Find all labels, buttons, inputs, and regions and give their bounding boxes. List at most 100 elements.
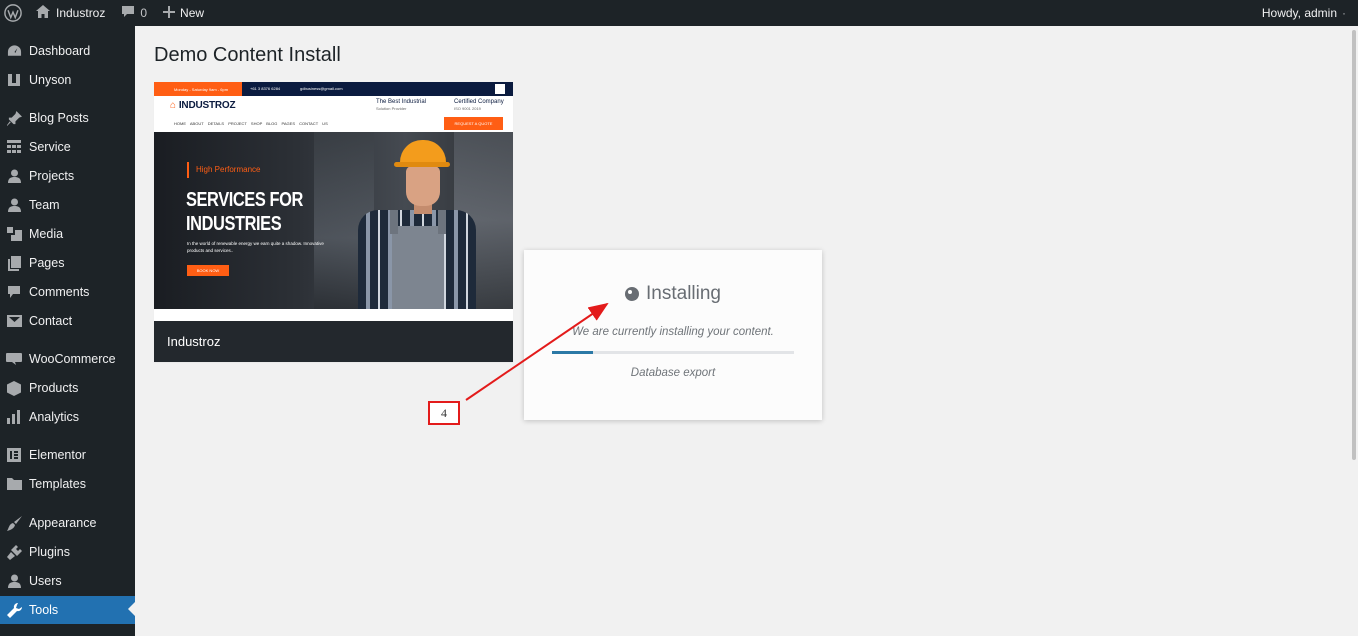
sidebar-item-label: Products xyxy=(29,381,79,395)
box-icon xyxy=(6,380,22,396)
site-name-link[interactable]: Industroz xyxy=(26,0,113,26)
sidebar-item-tools[interactable]: Tools xyxy=(0,596,135,624)
mail-icon xyxy=(6,313,22,329)
preview-cert-sub: ISO 9001 2019 xyxy=(454,106,481,111)
sidebar-item-label: Service xyxy=(29,140,71,154)
sidebar-item-unyson[interactable]: Unyson xyxy=(0,67,135,93)
sidebar-item-label: Analytics xyxy=(29,410,80,424)
sidebar-item-label: Plugins xyxy=(29,545,70,559)
brush-icon xyxy=(6,515,22,531)
comments-link[interactable]: 0 xyxy=(113,0,155,26)
sidebar-item-blog-posts[interactable]: Blog Posts xyxy=(0,105,135,131)
sidebar-item-products[interactable]: Products xyxy=(0,375,135,401)
wrench-icon xyxy=(6,602,22,618)
sidebar-item-dashboard[interactable]: Dashboard xyxy=(0,38,135,64)
greeting: Howdy, admin xyxy=(1261,6,1337,20)
wordpress-logo-icon[interactable] xyxy=(0,0,26,26)
install-step: Database export xyxy=(630,367,716,379)
sidebar-item-comments[interactable]: Comments xyxy=(0,279,135,305)
preview-nav: HOME ABOUT DETAILS PROJECT SHOP BLOG PAG… xyxy=(174,121,328,126)
preview-hours: Monday - Saturday 9am - 6pm xyxy=(154,82,242,96)
preview-cert-title: Certified Company xyxy=(454,99,504,105)
preview-cta: BOOK NOW xyxy=(187,265,229,276)
account-menu[interactable]: Howdy, admin · xyxy=(1254,0,1358,26)
worker-strap xyxy=(438,210,446,234)
preview-accent-bar xyxy=(187,162,189,178)
sidebar-item-templates[interactable]: Templates xyxy=(0,471,135,497)
sidebar-item-appearance[interactable]: Appearance xyxy=(0,510,135,536)
theme-card[interactable]: Monday - Saturday 9am - 6pm +61 3 8376 6… xyxy=(154,82,513,362)
sidebar-item-label: Elementor xyxy=(29,448,86,462)
sidebar-item-label: WooCommerce xyxy=(29,352,116,366)
person-icon xyxy=(6,197,22,213)
worker-strap xyxy=(390,210,398,234)
sidebar-item-label: Blog Posts xyxy=(29,111,89,125)
comment-icon xyxy=(6,284,22,300)
worker-photo xyxy=(356,136,476,309)
scrollbar-thumb[interactable] xyxy=(1352,30,1356,460)
pages-icon xyxy=(6,255,22,271)
new-content-link[interactable]: New xyxy=(155,0,212,26)
sidebar-item-contact[interactable]: Contact xyxy=(0,308,135,334)
preview-cert: Certified Company ISO 9001 2019 xyxy=(454,99,504,111)
dashboard-icon xyxy=(6,43,22,59)
sidebar-item-media[interactable]: Media xyxy=(0,221,135,247)
worker-overall xyxy=(392,226,444,309)
worker-face xyxy=(406,166,440,206)
preview-phone: +61 3 8376 6284 xyxy=(250,86,281,91)
page-scrollbar[interactable] xyxy=(1350,26,1358,636)
woo-icon xyxy=(6,351,22,367)
preview-tag: High Performance xyxy=(196,165,261,174)
folder-icon xyxy=(6,476,22,492)
sidebar-item-pages[interactable]: Pages xyxy=(0,250,135,276)
page-title: Demo Content Install xyxy=(154,44,341,66)
plus-icon xyxy=(163,5,176,21)
install-title: Installing xyxy=(524,283,822,305)
comment-icon xyxy=(121,5,135,21)
theme-screenshot: Monday - Saturday 9am - 6pm +61 3 8376 6… xyxy=(154,82,513,321)
install-dialog: Installing We are currently installing y… xyxy=(524,250,822,420)
preview-logo: ⌂ INDUSTROZ xyxy=(170,100,236,111)
sidebar-item-label: Comments xyxy=(29,285,90,299)
sidebar-item-team[interactable]: Team xyxy=(0,192,135,218)
preview-hero: High Performance SERVICES FOR INDUSTRIES… xyxy=(154,132,513,309)
install-message: We are currently installing your content… xyxy=(572,326,774,338)
sidebar-item-plugins[interactable]: Plugins xyxy=(0,539,135,565)
sidebar-item-service[interactable]: Service xyxy=(0,134,135,160)
sidebar-item-label: Contact xyxy=(29,314,73,328)
greeting-suffix: · xyxy=(1342,6,1346,20)
sidebar-item-woocommerce[interactable]: WooCommerce xyxy=(0,346,135,372)
install-progress-fill xyxy=(552,351,594,354)
install-progress-bar xyxy=(552,351,794,354)
preview-best-title: The Best Industrial xyxy=(376,99,427,105)
preview-header: ⌂ INDUSTROZ HOME ABOUT DETAILS PROJECT SH… xyxy=(154,96,513,132)
elementor-icon xyxy=(6,447,22,463)
hard-hat-brim xyxy=(394,162,450,167)
spinner-icon xyxy=(625,287,639,301)
new-label: New xyxy=(180,6,205,20)
admin-sidebar: Dashboard Unyson Blog Posts Service Proj… xyxy=(0,26,135,636)
sidebar-item-label: Team xyxy=(29,198,60,212)
preview-best-sub: Solution Provider xyxy=(376,106,407,111)
pin-icon xyxy=(6,110,22,126)
sidebar-item-elementor[interactable]: Elementor xyxy=(0,442,135,468)
preview-headline: SERVICES FOR INDUSTRIES xyxy=(186,188,303,236)
theme-name: Industroz xyxy=(154,321,513,362)
factory-icon: ⌂ xyxy=(170,100,176,111)
sidebar-item-label: Templates xyxy=(29,477,86,491)
sidebar-item-analytics[interactable]: Analytics xyxy=(0,404,135,430)
sidebar-item-label: Dashboard xyxy=(29,44,91,58)
preview-email: gdbusiness@gmail.com xyxy=(300,86,343,91)
preview-headline-line2: INDUSTRIES xyxy=(186,213,282,235)
sidebar-item-users[interactable]: Users xyxy=(0,568,135,594)
sidebar-item-label: Appearance xyxy=(29,516,97,530)
home-icon xyxy=(36,5,50,21)
annotation-label: 4 xyxy=(428,401,460,425)
sidebar-item-projects[interactable]: Projects xyxy=(0,163,135,189)
sidebar-item-label: Tools xyxy=(29,603,59,617)
site-name: Industroz xyxy=(56,6,106,20)
sidebar-item-label: Pages xyxy=(29,256,65,270)
sidebar-item-label: Users xyxy=(29,574,62,588)
plug-icon xyxy=(6,544,22,560)
admin-bar: Industroz 0 New Howdy, admin · xyxy=(0,0,1358,26)
